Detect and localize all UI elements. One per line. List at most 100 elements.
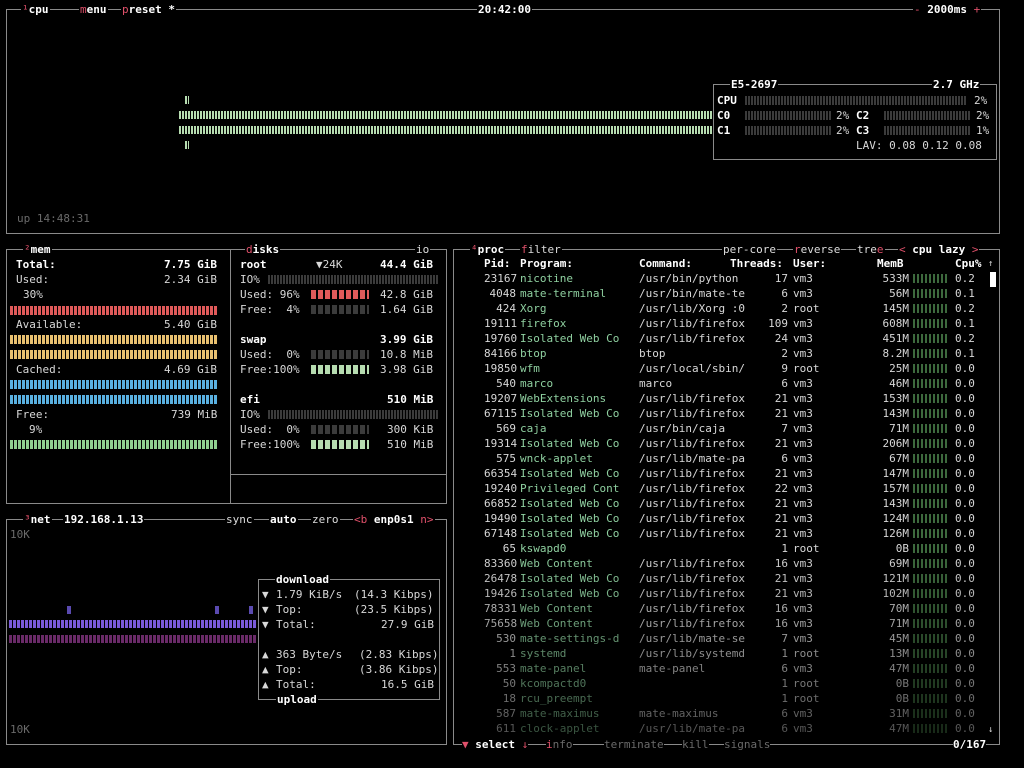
percore-toggle[interactable]: per-core: [722, 242, 777, 257]
table-row[interactable]: 19850 wfm/usr/local/sbin/9 root 25M 0.0: [456, 361, 996, 376]
cell-mem-graph: [913, 484, 947, 493]
cell-user: vm3: [793, 407, 813, 420]
table-row[interactable]: 67148 Isolated Web Co/usr/lib/firefox 21 vm…: [456, 526, 996, 541]
table-row[interactable]: 19111 firefox/usr/lib/firefox 109 vm3 608M 0.…: [456, 316, 996, 331]
cell-program: btop: [520, 347, 547, 360]
disks-tab[interactable]: disks: [245, 242, 281, 257]
cell-user: vm3: [793, 707, 813, 720]
cell-cpu: 0.0: [955, 692, 975, 705]
cell-cpu: 0.0: [955, 647, 975, 660]
table-row[interactable]: 553 mate-panel mate-panel 6 vm3 47M 0.0: [456, 661, 996, 676]
table-row[interactable]: 19314 Isolated Web Co/usr/lib/firefox 21 vm…: [456, 436, 996, 451]
cell-program: nicotine: [520, 272, 573, 285]
disk-efi-name: efi: [240, 393, 260, 406]
table-row[interactable]: 66852 Isolated Web Co/usr/lib/firefox 21 vm…: [456, 496, 996, 511]
cell-cpu: 0.0: [955, 722, 975, 735]
cell-mem-graph: [913, 274, 947, 283]
cell-user: vm3: [793, 512, 813, 525]
cell-program: marco: [520, 377, 554, 390]
table-row[interactable]: 424 Xorg/usr/lib/Xorg :0 2 root 145M 0.2: [456, 301, 996, 316]
cell-command: mate-maximus: [639, 707, 719, 720]
table-row[interactable]: 19490 Isolated Web Co/usr/lib/firefox 21 vm…: [456, 511, 996, 526]
zero-toggle[interactable]: zero: [311, 512, 340, 527]
table-row[interactable]: 50 kcompactd0 1 root 0B 0.0: [456, 676, 996, 691]
cell-pid: 66852: [484, 497, 518, 510]
table-row[interactable]: 26478 Isolated Web Co/usr/lib/firefox 21 vm…: [456, 571, 996, 586]
reverse-toggle[interactable]: reverse: [793, 242, 842, 257]
cell-program: wfm: [520, 362, 540, 375]
cell-mem: 46M: [889, 377, 909, 390]
table-row[interactable]: 19207 WebExtensions/usr/lib/firefox 21 vm3 1…: [456, 391, 996, 406]
disk-root-io-rate: ▼24K: [316, 258, 343, 271]
select-down-icon[interactable]: ↓: [522, 738, 529, 751]
io-toggle[interactable]: io: [415, 242, 431, 257]
cell-command: btop: [639, 347, 666, 360]
disks-divider: [230, 474, 446, 475]
disk-root-io-label: IO%: [240, 273, 260, 286]
table-row[interactable]: 4048 mate-terminal/usr/bin/mate-te 6 vm3 56M…: [456, 286, 996, 301]
table-row[interactable]: 569 caja/usr/bin/caja 7 vm3 71M 0.0: [456, 421, 996, 436]
info-button[interactable]: info: [546, 737, 573, 752]
iface-prev[interactable]: <b: [354, 513, 367, 526]
header-cpu[interactable]: Cpu%: [955, 256, 982, 271]
select-up-icon[interactable]: ▼: [462, 738, 469, 751]
header-threads[interactable]: Threads:: [730, 256, 783, 271]
table-row[interactable]: 65 kswapd0 1 root 0B 0.0: [456, 541, 996, 556]
table-row[interactable]: 575 wnck-applet/usr/lib/mate-pa 6 vm3 67M 0.0: [456, 451, 996, 466]
table-row[interactable]: 587 mate-maximus mate-maximus 6 vm3 31M 0.0: [456, 706, 996, 721]
table-row[interactable]: 67115 Isolated Web Co/usr/lib/firefox 21 vm…: [456, 406, 996, 421]
cell-program: mate-settings-d: [520, 632, 620, 645]
cell-pid: 19111: [484, 317, 518, 330]
filter-button[interactable]: filter: [520, 242, 562, 257]
tree-toggle[interactable]: tree: [856, 242, 885, 257]
sync-toggle[interactable]: sync: [225, 512, 254, 527]
kill-button[interactable]: kill: [682, 737, 709, 752]
table-row[interactable]: 19240 Privileged Cont/usr/lib/firefox 22 vm…: [456, 481, 996, 496]
proc-tab[interactable]: ⁴proc: [470, 242, 506, 257]
table-row[interactable]: 611 clock-applet/usr/lib/mate-pa 6 vm3 47M 0.…: [456, 721, 996, 736]
signals-button[interactable]: signals: [724, 737, 771, 752]
cell-mem: 47M: [889, 662, 909, 675]
cell-mem-graph: [913, 439, 947, 448]
up-arrow-1: ▲: [262, 648, 269, 661]
table-row[interactable]: 18 rcu_preempt 1 root 0B 0.0: [456, 691, 996, 706]
table-row[interactable]: 83360 Web Content/usr/lib/firefox 16 vm3 69M…: [456, 556, 996, 571]
terminate-button[interactable]: terminate: [604, 737, 664, 752]
select-control[interactable]: ▼ select ↓: [462, 737, 529, 752]
cell-program: systemd: [520, 647, 567, 660]
sort-next[interactable]: >: [972, 243, 979, 256]
table-row[interactable]: 530 mate-settings-d/usr/lib/mate-se 7 vm3 45…: [456, 631, 996, 646]
cell-mem: 451M: [882, 332, 910, 345]
cell-mem-graph: [913, 664, 947, 673]
sort-prev[interactable]: <: [899, 243, 906, 256]
table-row[interactable]: 84166 btop btop 2 vm3 8.2M 0.1: [456, 346, 996, 361]
reverse-key: r: [794, 243, 801, 256]
header-program[interactable]: Program:: [520, 256, 573, 271]
cpu-model: E5-2697: [730, 77, 779, 92]
header-user[interactable]: User:: [793, 256, 826, 271]
table-row[interactable]: 19760 Isolated Web Co/usr/lib/firefox 24 vm…: [456, 331, 996, 346]
sort-selector[interactable]: < cpu lazy >: [898, 242, 980, 257]
cell-threads: 1: [781, 647, 788, 660]
cell-user: root: [793, 647, 820, 660]
iface-selector[interactable]: <b enp0s1 n>: [353, 512, 435, 527]
header-memb[interactable]: MemB: [877, 256, 904, 271]
cpu-info-box: E5-2697 2.7 GHz CPU 2% C0 2% C1 2% C2 2%…: [713, 77, 997, 160]
auto-toggle[interactable]: auto: [269, 512, 298, 527]
table-row[interactable]: 540 marco marco 6 vm3 46M 0.0: [456, 376, 996, 391]
header-command[interactable]: Command:: [639, 256, 692, 271]
table-row[interactable]: 75658 Web Content/usr/lib/firefox 16 vm3 71M…: [456, 616, 996, 631]
cell-threads: 6: [781, 662, 788, 675]
cell-mem: 71M: [889, 422, 909, 435]
table-row[interactable]: 78331 Web Content/usr/lib/firefox 16 vm3 70M…: [456, 601, 996, 616]
net-tab[interactable]: ³net: [23, 512, 52, 527]
table-row[interactable]: 23167 nicotine/usr/bin/python 17 vm3 533M 0.2: [456, 271, 996, 286]
header-pid[interactable]: Pid:: [484, 256, 511, 271]
cpu-total-label: CPU: [717, 94, 737, 107]
table-row[interactable]: 19426 Isolated Web Co/usr/lib/firefox 21 vm…: [456, 586, 996, 601]
table-row[interactable]: 1 systemd/usr/lib/systemd 1 root 13M 0.0: [456, 646, 996, 661]
disk-efi-io-bar: [268, 410, 438, 419]
table-row[interactable]: 66354 Isolated Web Co/usr/lib/firefox 21 vm…: [456, 466, 996, 481]
iface-next[interactable]: n>: [420, 513, 433, 526]
mem-free-label: Free:: [16, 408, 50, 421]
